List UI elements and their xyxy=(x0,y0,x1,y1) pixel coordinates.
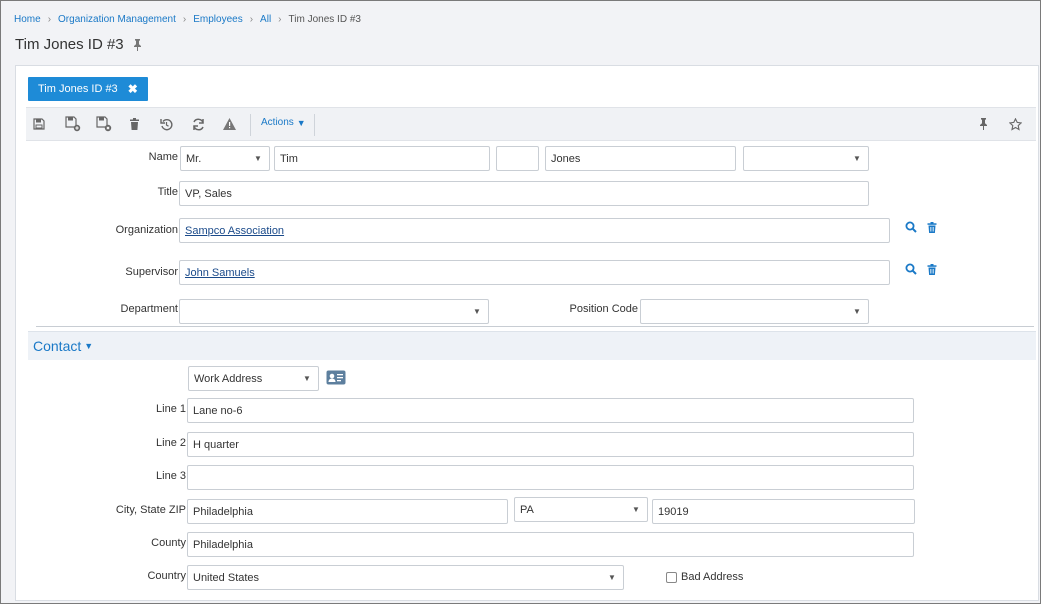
record-tab[interactable]: Tim Jones ID #3 ✖ xyxy=(28,77,148,101)
bad-address-label[interactable]: Bad Address xyxy=(681,571,743,583)
save-and-new-icon[interactable] xyxy=(65,116,81,132)
star-icon[interactable] xyxy=(1007,116,1023,132)
breadcrumb: Home › Organization Management › Employe… xyxy=(14,14,361,25)
state-value: PA xyxy=(520,503,534,516)
title-input[interactable]: VP, Sales xyxy=(179,181,869,206)
undo-icon[interactable] xyxy=(158,116,174,132)
breadcrumb-all[interactable]: All xyxy=(260,14,271,25)
breadcrumb-organization-management[interactable]: Organization Management xyxy=(58,14,176,25)
address-type-value: Work Address xyxy=(194,372,263,385)
department-select[interactable]: ▼ xyxy=(179,299,489,324)
line1-value: Lane no-6 xyxy=(193,404,243,417)
search-icon[interactable] xyxy=(904,220,918,234)
supervisor-input[interactable]: John Samuels xyxy=(179,260,890,285)
page-title: Tim Jones ID #3 xyxy=(15,36,124,53)
department-label: Department xyxy=(120,303,178,315)
chevron-right-icon: › xyxy=(249,14,254,25)
caret-down-icon: ▼ xyxy=(254,154,262,163)
save-icon[interactable] xyxy=(31,116,47,132)
state-select[interactable]: PA ▼ xyxy=(514,497,648,522)
caret-down-icon: ▼ xyxy=(473,307,481,316)
line2-label: Line 2 xyxy=(156,437,186,449)
contact-section-toggle[interactable]: Contact ▼ xyxy=(33,338,93,354)
refresh-icon[interactable] xyxy=(190,116,206,132)
position-code-select[interactable]: ▼ xyxy=(640,299,869,324)
organization-label: Organization xyxy=(115,224,178,236)
search-icon[interactable] xyxy=(904,262,918,276)
line2-value: H quarter xyxy=(193,438,239,451)
caret-down-icon: ▼ xyxy=(303,374,311,383)
name-label: Name xyxy=(148,151,178,163)
country-label: Country xyxy=(147,570,186,582)
breadcrumb-current: Tim Jones ID #3 xyxy=(288,14,361,25)
actions-label: Actions xyxy=(261,117,294,128)
toolbar-divider xyxy=(314,114,315,136)
pin-icon[interactable] xyxy=(132,38,143,51)
chevron-right-icon: › xyxy=(182,14,187,25)
trash-icon[interactable] xyxy=(925,220,939,234)
contact-section-title: Contact xyxy=(33,338,82,354)
section-divider xyxy=(36,326,1034,327)
position-code-label: Position Code xyxy=(569,303,639,315)
contact-card-icon[interactable] xyxy=(326,370,346,386)
caret-down-icon: ▼ xyxy=(608,573,616,582)
country-select[interactable]: United States ▼ xyxy=(187,565,624,590)
zip-input[interactable]: 19019 xyxy=(652,499,915,524)
record-panel: Tim Jones ID #3 ✖ Actions ▼ Name Mr. ▼ T… xyxy=(15,65,1039,601)
breadcrumb-employees[interactable]: Employees xyxy=(193,14,242,25)
first-name-input[interactable]: Tim xyxy=(274,146,490,171)
toolbar-divider xyxy=(250,114,251,136)
prefix-value: Mr. xyxy=(186,152,202,165)
city-value: Philadelphia xyxy=(193,505,253,518)
line3-label: Line 3 xyxy=(156,470,186,482)
address-type-select[interactable]: Work Address ▼ xyxy=(188,366,319,391)
caret-down-icon: ▼ xyxy=(853,307,861,316)
city-state-zip-label: City, State ZIP xyxy=(115,504,186,516)
city-input[interactable]: Philadelphia xyxy=(187,499,508,524)
county-input[interactable]: Philadelphia xyxy=(187,532,914,557)
delete-icon[interactable] xyxy=(126,116,142,132)
county-label: County xyxy=(151,537,186,549)
line2-input[interactable]: H quarter xyxy=(187,432,914,457)
save-and-close-icon[interactable] xyxy=(96,116,112,132)
last-name-input[interactable]: Jones xyxy=(545,146,736,171)
contact-section-header[interactable]: Contact ▼ xyxy=(28,331,1036,360)
chevron-right-icon: › xyxy=(47,14,52,25)
middle-name-input[interactable] xyxy=(496,146,539,171)
bad-address-checkbox[interactable] xyxy=(666,572,677,583)
actions-menu-button[interactable]: Actions ▼ xyxy=(261,117,306,128)
organization-input[interactable]: Sampco Association xyxy=(179,218,890,243)
trash-icon[interactable] xyxy=(925,262,939,276)
last-name-value: Jones xyxy=(551,152,581,165)
breadcrumb-home[interactable]: Home xyxy=(14,14,41,25)
organization-link[interactable]: Sampco Association xyxy=(185,225,284,237)
chevron-right-icon: › xyxy=(278,14,282,25)
record-tab-label: Tim Jones ID #3 xyxy=(38,83,118,95)
pin-icon[interactable] xyxy=(975,116,991,132)
line3-input[interactable] xyxy=(187,465,914,490)
title-value: VP, Sales xyxy=(185,187,232,200)
supervisor-link[interactable]: John Samuels xyxy=(185,267,255,279)
country-value: United States xyxy=(193,571,260,584)
zip-value: 19019 xyxy=(658,505,689,518)
caret-down-icon: ▼ xyxy=(296,117,306,128)
suffix-select[interactable]: ▼ xyxy=(743,146,869,171)
title-label: Title xyxy=(157,186,178,198)
close-icon[interactable]: ✖ xyxy=(128,82,138,96)
supervisor-label: Supervisor xyxy=(125,266,178,278)
caret-down-icon: ▼ xyxy=(632,505,640,514)
warning-icon[interactable] xyxy=(221,116,237,132)
prefix-select[interactable]: Mr. ▼ xyxy=(180,146,270,171)
page-title-row: Tim Jones ID #3 xyxy=(15,36,143,53)
toolbar: Actions ▼ xyxy=(26,107,1036,141)
caret-down-icon: ▼ xyxy=(84,341,94,351)
county-value: Philadelphia xyxy=(193,538,253,551)
first-name-value: Tim xyxy=(280,152,298,165)
line1-input[interactable]: Lane no-6 xyxy=(187,398,914,423)
line1-label: Line 1 xyxy=(156,403,186,415)
caret-down-icon: ▼ xyxy=(853,154,861,163)
